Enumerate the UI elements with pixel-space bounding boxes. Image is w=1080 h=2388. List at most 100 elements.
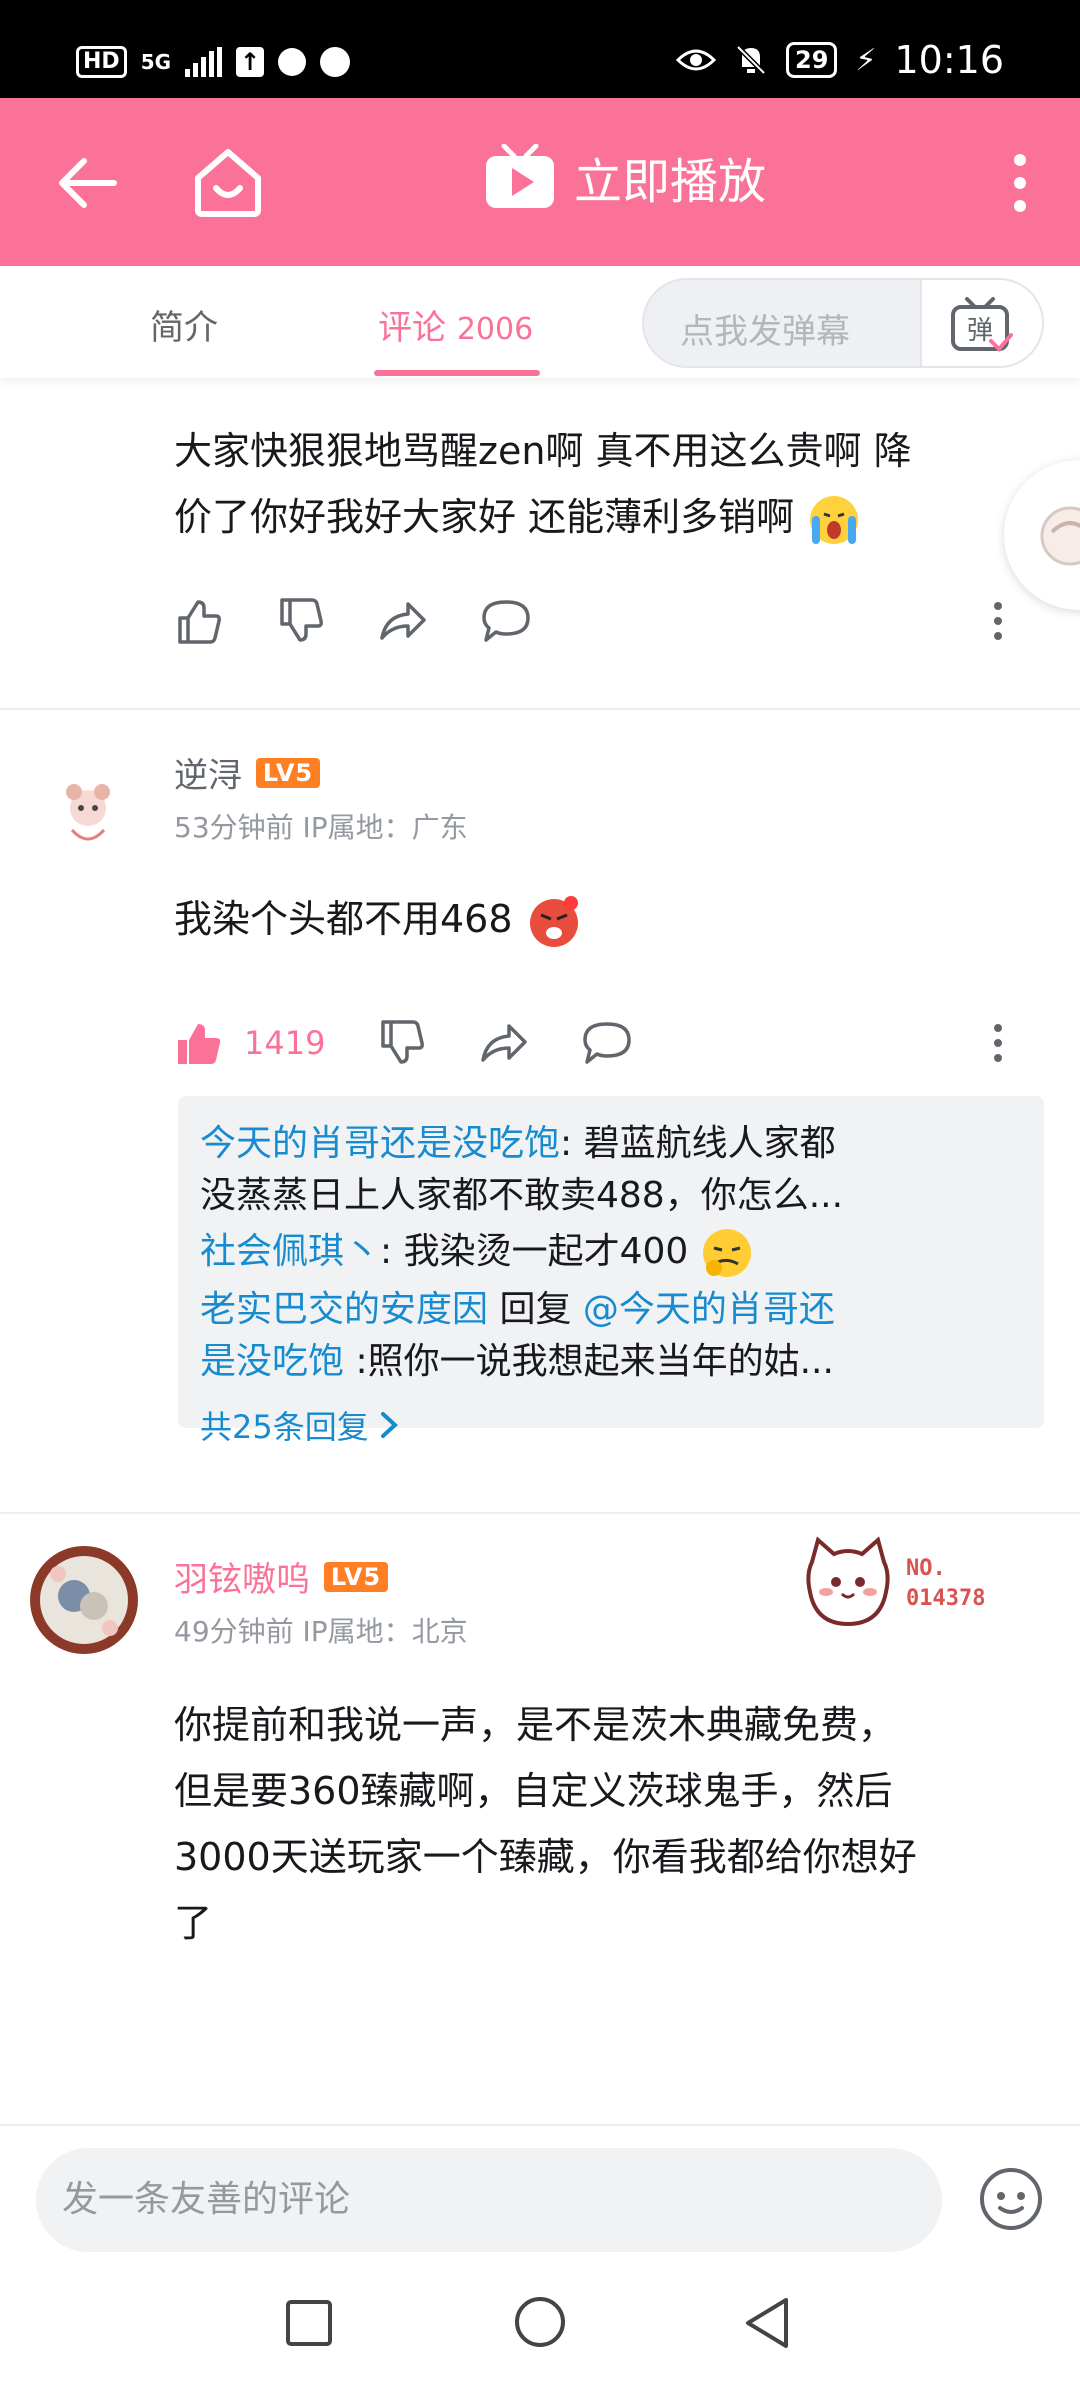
view-all-replies-label: 共25条回复 <box>200 1408 369 1446</box>
reply-icon[interactable] <box>480 596 532 646</box>
comment-more-icon[interactable] <box>992 1023 1004 1063</box>
comment-item: 羽铉嗷呜 LV5 49分钟前 IP属地：北京 NO. 014378 你提前和我说… <box>0 1514 1080 2124</box>
bell-muted-icon <box>736 45 766 75</box>
comment-text-line: 大家快狠狠地骂醒zen啊 真不用这么贵啊 降 <box>174 429 912 473</box>
reply-username[interactable]: 老实巴交的安度因 <box>200 1289 488 1330</box>
battery-level: 29 <box>786 42 838 78</box>
comment-item: 大家快狠狠地骂醒zen啊 真不用这么贵啊 降 价了你好我好大家好 还能薄利多销啊 <box>0 378 1080 708</box>
hd-indicator: HD <box>76 46 127 78</box>
danmaku-placeholder: 点我发弹幕 <box>680 312 850 352</box>
signal-icon <box>185 47 223 77</box>
comment-compose-bar: 发一条友善的评论 <box>0 2124 1080 2270</box>
reply-text: 碧蓝航线人家都 <box>583 1123 836 1164</box>
reply-connector: 回复 <box>488 1289 583 1330</box>
comment-more-icon[interactable] <box>992 601 1004 641</box>
emoji-picker-icon[interactable] <box>978 2166 1044 2232</box>
reply-mention[interactable]: @今天的肖哥还 <box>583 1289 835 1330</box>
username[interactable]: 羽铉嗷呜 <box>174 1552 310 1601</box>
fan-badge[interactable]: NO. 014378 <box>800 1534 1050 1632</box>
tv-play-icon <box>486 144 554 208</box>
share-icon[interactable] <box>378 596 428 646</box>
network-type: 5G <box>140 50 172 74</box>
tab-intro[interactable]: 简介 <box>150 300 218 349</box>
reply-icon[interactable] <box>581 1018 633 1068</box>
smirk-emoji <box>702 1229 751 1277</box>
reply-item[interactable]: 社会佩琪丶: 我染烫一起才400 <box>200 1226 1022 1280</box>
avatar[interactable] <box>28 1544 140 1656</box>
recent-apps-icon[interactable] <box>284 2298 334 2348</box>
home-icon[interactable] <box>190 144 266 220</box>
reply-username[interactable]: 社会佩琪丶 <box>200 1231 380 1272</box>
fan-badge-number: 014378 <box>906 1586 986 1611</box>
view-all-replies-link[interactable]: 共25条回复 <box>200 1402 1022 1448</box>
like-icon[interactable] <box>174 596 224 646</box>
comment-text-line: 3000天送玩家一个臻藏，你看我都给你想好 <box>174 1835 917 1879</box>
dislike-icon[interactable] <box>276 596 326 646</box>
status-bar: HD 5G ↑ 29 ⚡ 10:16 <box>0 0 1080 98</box>
fan-badge-cat-icon <box>806 1536 890 1627</box>
comment-text: 大家快狠狠地骂醒zen啊 真不用这么贵啊 降 价了你好我好大家好 还能薄利多销啊 <box>174 418 1054 550</box>
comment-text-line: 价了你好我好大家好 还能薄利多销啊 <box>174 484 1054 550</box>
share-icon[interactable] <box>479 1018 529 1068</box>
comment-text: 我染个头都不用468 <box>174 886 583 952</box>
level-badge: LV5 <box>324 1561 388 1592</box>
eye-icon <box>676 49 716 71</box>
reply-item[interactable]: 老实巴交的安度因 回复 @今天的肖哥还 是没吃饱 :照你一说我想起来当年的姑..… <box>200 1284 1022 1388</box>
comment-text-part: 价了你好我好大家好 还能薄利多销啊 <box>174 495 795 539</box>
tab-comments[interactable]: 评论 2006 <box>378 300 533 349</box>
reply-text: 没蒸蒸日上人家都不敢卖488，你怎么... <box>200 1175 844 1216</box>
system-nav-bar <box>0 2270 1080 2388</box>
comment-input[interactable]: 发一条友善的评论 <box>36 2148 942 2252</box>
app-notification-icon <box>278 48 307 76</box>
reply-mention[interactable]: 是没吃饱 <box>200 1341 344 1382</box>
angry-emoji <box>529 895 578 947</box>
comment-text-part: 我染个头都不用468 <box>174 897 513 941</box>
app-header: 立即播放 <box>0 98 1080 266</box>
comment-meta: 49分钟前 IP属地：北京 <box>174 1615 468 1648</box>
comment-text-line: 了 <box>174 1901 213 1945</box>
back-nav-icon[interactable] <box>742 2296 792 2350</box>
page: { "status_bar": { "hd": "HD", "network":… <box>0 0 1080 2388</box>
play-now-button[interactable]: 立即播放 <box>484 142 766 212</box>
tab-comments-label: 评论 <box>378 308 446 348</box>
username[interactable]: 逆浔 <box>174 748 242 797</box>
upload-icon: ↑ <box>236 47 265 77</box>
like-filled-icon <box>178 1024 221 1064</box>
reply-separator: : <box>560 1123 584 1164</box>
comment-header: 羽铉嗷呜 LV5 <box>174 1552 388 1601</box>
crying-emoji <box>810 495 859 544</box>
reply-separator: : <box>380 1231 404 1272</box>
reply-preview-box[interactable]: 今天的肖哥还是没吃饱: 碧蓝航线人家都 没蒸蒸日上人家都不敢卖488，你怎么..… <box>178 1096 1044 1446</box>
like-button[interactable]: 1419 <box>174 1018 325 1068</box>
tab-comments-count: 2006 <box>456 312 534 347</box>
comment-actions: 1419 <box>174 1018 1004 1068</box>
clock: 10:16 <box>894 38 1004 82</box>
danmaku-input[interactable]: 点我发弹幕 弹 <box>642 278 1044 368</box>
more-vertical-icon[interactable] <box>1000 152 1040 214</box>
reply-username[interactable]: 今天的肖哥还是没吃饱 <box>200 1123 560 1164</box>
comment-text-line: 你提前和我说一声，是不是茨木典藏免费， <box>174 1703 897 1747</box>
audio-wave-icon <box>320 47 351 77</box>
level-badge: LV5 <box>256 757 320 788</box>
mascot-icon <box>1040 506 1080 566</box>
fan-badge-no: NO. <box>906 1556 946 1581</box>
reply-text: :照你一说我想起来当年的姑... <box>344 1341 834 1382</box>
chevron-right-icon <box>380 1412 398 1438</box>
like-count: 1419 <box>244 1024 326 1062</box>
dislike-icon[interactable] <box>377 1018 427 1068</box>
comment-meta: 53分钟前 IP属地：广东 <box>174 811 468 844</box>
comment-text-line: 但是要360臻藏啊，自定义茨球鬼手，然后 <box>174 1769 893 1813</box>
danmaku-tv-icon: 弹 <box>951 297 1013 352</box>
comment-actions <box>174 596 1004 646</box>
comment-header: 逆浔 LV5 <box>174 748 320 797</box>
reply-item[interactable]: 今天的肖哥还是没吃饱: 碧蓝航线人家都 没蒸蒸日上人家都不敢卖488，你怎么..… <box>200 1118 1022 1222</box>
avatar[interactable] <box>48 772 128 852</box>
tab-bar: 简介 评论 2006 点我发弹幕 弹 <box>0 266 1080 378</box>
home-nav-icon[interactable] <box>512 2294 568 2350</box>
danmaku-toggle-button[interactable]: 弹 <box>920 280 1042 366</box>
comment-text: 你提前和我说一声，是不是茨木典藏免费， 但是要360臻藏啊，自定义茨球鬼手，然后… <box>174 1692 1054 1956</box>
back-arrow-icon[interactable] <box>52 148 122 218</box>
play-now-label: 立即播放 <box>574 154 767 210</box>
reply-text: 我染烫一起才400 <box>403 1231 689 1272</box>
tab-indicator <box>374 370 540 376</box>
